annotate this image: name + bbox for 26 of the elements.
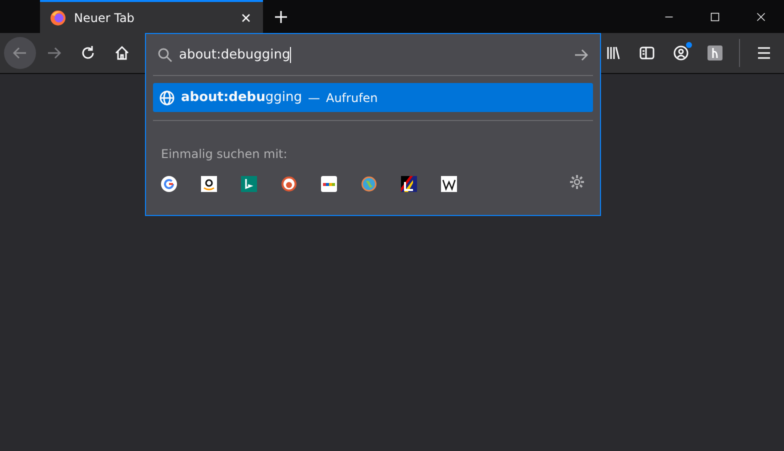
home-icon[interactable] — [114, 45, 130, 61]
sidebar-icon[interactable] — [639, 45, 655, 61]
maximize-icon[interactable] — [709, 10, 721, 22]
fox-logo-icon — [50, 10, 66, 26]
back-arrow-icon[interactable] — [12, 45, 28, 61]
browser-tab[interactable]: Neuer Tab — [40, 0, 263, 33]
library-icon[interactable] — [605, 45, 621, 61]
account-icon[interactable] — [673, 45, 689, 61]
settings-icon[interactable] — [569, 174, 585, 190]
extension-icon[interactable] — [707, 45, 723, 61]
result-separator: — — [308, 90, 320, 104]
search-with-label: Einmalig suchen mit: — [161, 147, 288, 161]
globe-icon[interactable] — [361, 176, 377, 192]
menu-icon[interactable] — [756, 45, 772, 61]
reload-icon[interactable] — [80, 45, 96, 61]
result-row[interactable]: about:debugging — Aufrufen — [153, 83, 593, 112]
globe-icon — [159, 90, 175, 106]
tab-title: Neuer Tab — [74, 10, 136, 24]
result-title: about:debugging — [181, 90, 302, 105]
close-window-icon[interactable] — [755, 10, 767, 22]
g-logo-icon[interactable] — [161, 176, 177, 192]
go-arrow-icon[interactable] — [573, 46, 589, 62]
plus-icon[interactable] — [273, 8, 289, 24]
result-action: Aufrufen — [326, 90, 378, 104]
search-icon — [157, 46, 173, 62]
wikipedia-logo-icon[interactable] — [441, 176, 457, 192]
